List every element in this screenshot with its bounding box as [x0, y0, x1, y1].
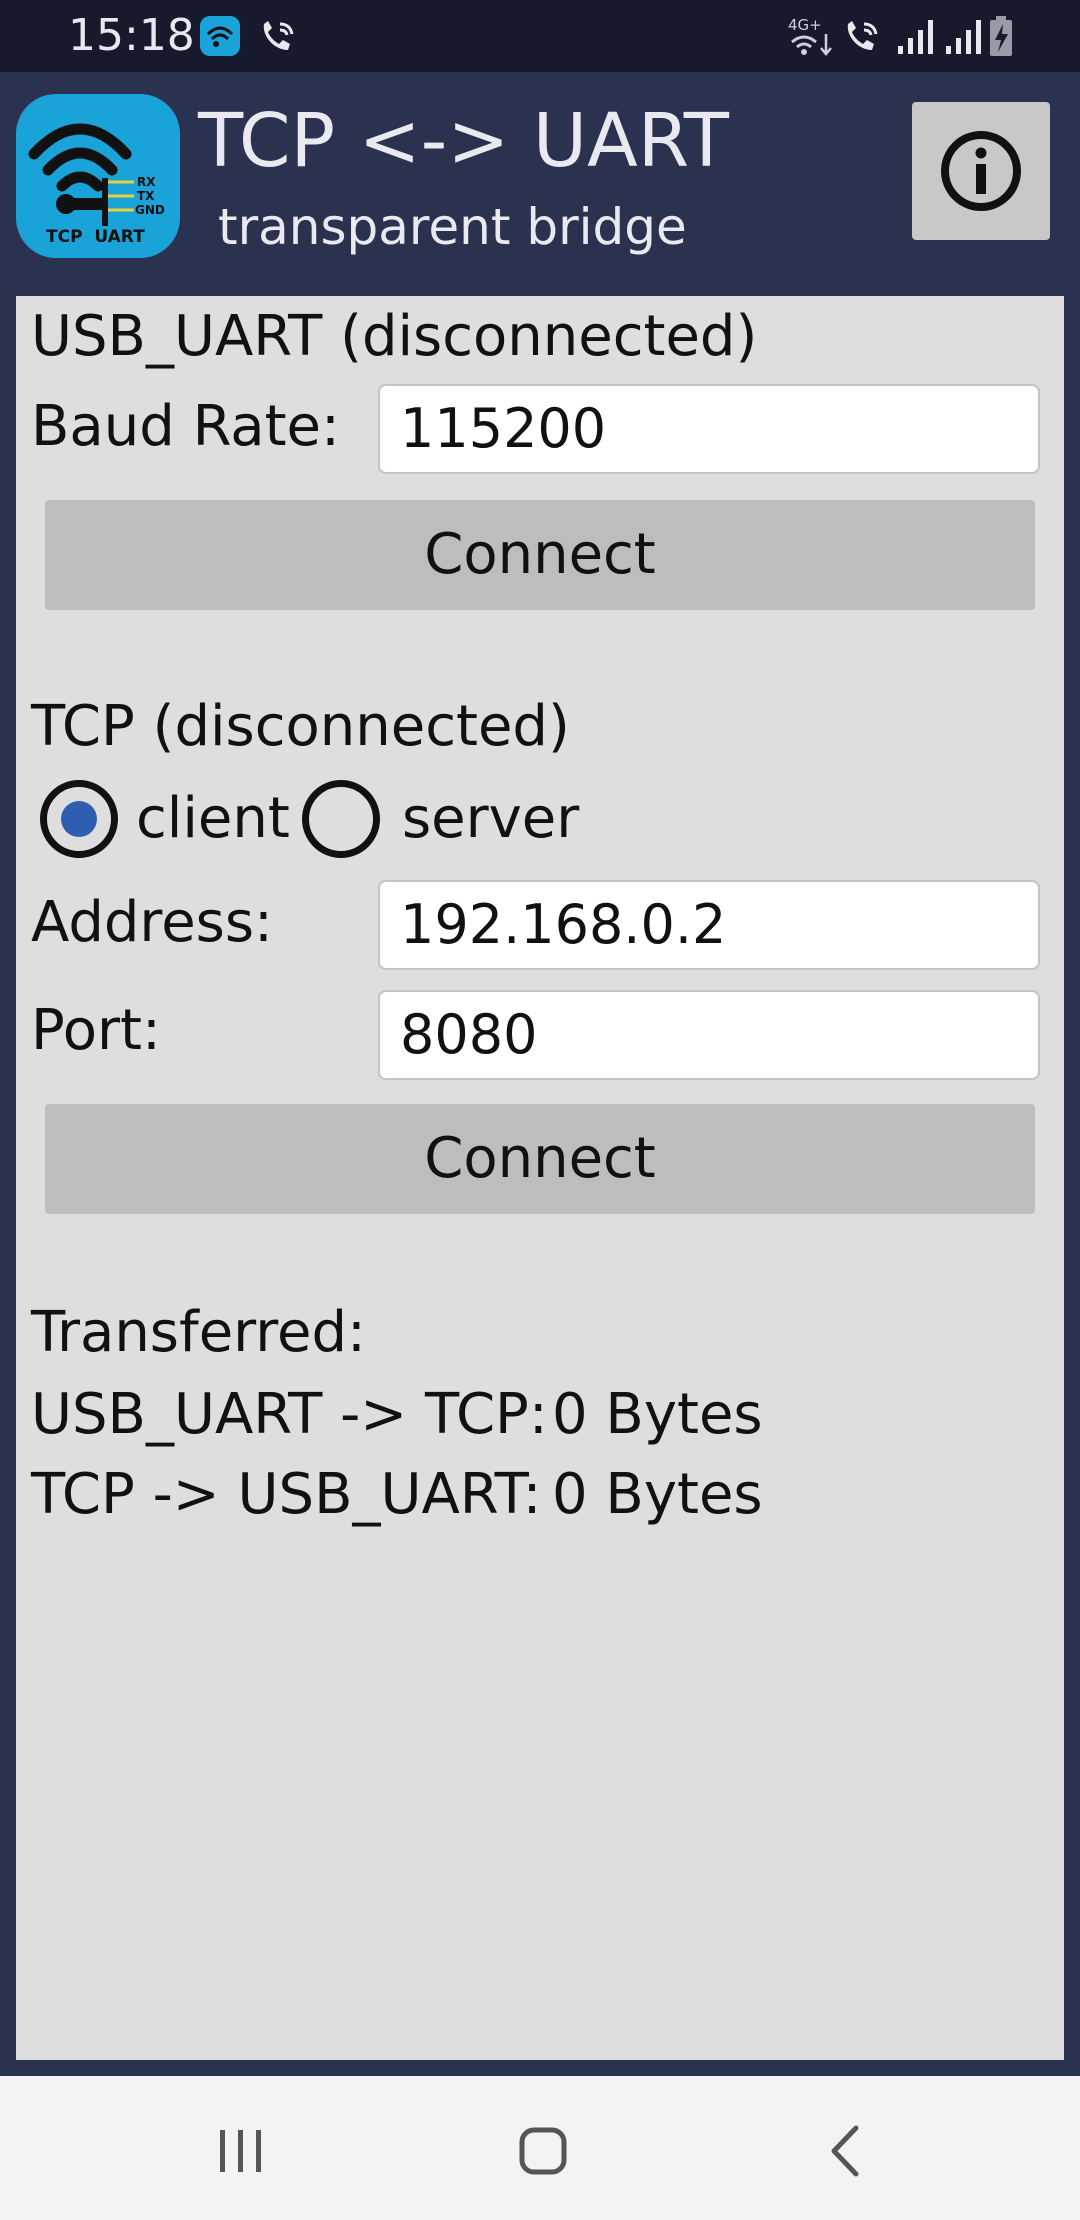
uart-connect-button[interactable]: Connect — [45, 500, 1035, 610]
home-icon[interactable] — [508, 2116, 578, 2186]
app-title: TCP <-> UART — [198, 98, 729, 184]
tcp-heading: TCP (disconnected) — [31, 694, 570, 759]
navigation-bar — [0, 2076, 1080, 2220]
logo-pin-tx: TX — [137, 189, 155, 203]
baud-rate-input[interactable]: 115200 — [378, 384, 1040, 474]
main-panel: USB_UART (disconnected) Baud Rate: 11520… — [16, 296, 1064, 2060]
logo-pin-gnd: GND — [135, 203, 165, 217]
uart-to-tcp-label: USB_UART -> TCP: — [31, 1382, 548, 1447]
address-label: Address: — [31, 890, 273, 955]
signal-icon — [896, 14, 936, 58]
client-radio[interactable] — [40, 780, 118, 858]
transferred-heading: Transferred: — [31, 1300, 366, 1365]
network-label: 4G+ — [788, 16, 822, 34]
battery-charging-icon — [988, 14, 1014, 58]
client-radio-label[interactable]: client — [136, 786, 290, 851]
recent-apps-icon[interactable] — [206, 2120, 276, 2180]
uart-to-tcp-value: 0 Bytes — [552, 1382, 763, 1447]
wifi-calling-icon — [842, 14, 886, 58]
tcp-to-uart-label: TCP -> USB_UART: — [31, 1462, 542, 1527]
signal-icon — [944, 14, 984, 58]
app-notification-icon — [198, 14, 242, 58]
logo-pin-rx: RX — [137, 175, 156, 189]
server-radio-label[interactable]: server — [402, 786, 579, 851]
back-icon[interactable] — [816, 2116, 876, 2186]
logo-caption: TCP UART — [46, 227, 145, 247]
app-logo: RX TX GND TCP UART — [16, 94, 180, 258]
baud-rate-label: Baud Rate: — [31, 394, 340, 459]
4g-data-icon: 4G+ — [786, 14, 836, 58]
status-bar: 15:18 4G+ — [0, 0, 1080, 72]
app-header: RX TX GND TCP UART TCP <-> UART transpar… — [0, 72, 1080, 294]
app-subtitle: transparent bridge — [218, 198, 687, 256]
wifi-calling-icon — [256, 14, 300, 58]
tcp-to-uart-value: 0 Bytes — [552, 1462, 763, 1527]
status-time: 15:18 — [68, 10, 195, 61]
uart-heading: USB_UART (disconnected) — [31, 304, 758, 369]
port-input[interactable]: 8080 — [378, 990, 1040, 1080]
address-input[interactable]: 192.168.0.2 — [378, 880, 1040, 970]
port-label: Port: — [31, 998, 161, 1063]
radio-selected-dot — [61, 801, 97, 837]
info-icon — [941, 131, 1021, 211]
info-button[interactable] — [912, 102, 1050, 240]
tcp-connect-button[interactable]: Connect — [45, 1104, 1035, 1214]
server-radio[interactable] — [302, 780, 380, 858]
